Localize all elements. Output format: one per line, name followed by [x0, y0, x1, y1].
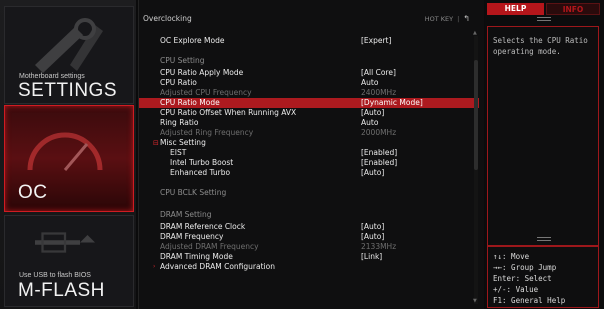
- setting-value[interactable]: [Expert]: [361, 36, 391, 46]
- setting-row[interactable]: EIST [Enabled]: [139, 148, 479, 158]
- usb-flash-icon: [35, 232, 95, 253]
- key-legend-item: ↑↓: Move: [493, 252, 530, 261]
- help-tabs: HELP INFO: [487, 3, 600, 15]
- key-legend-item: F1: General Help: [493, 296, 566, 305]
- help-description: Selects the CPU Ratio operating mode.: [493, 36, 588, 56]
- setting-row[interactable]: ⊟ Misc Setting: [139, 138, 479, 148]
- setting-label: DRAM Reference Clock: [160, 222, 246, 231]
- left-nav: Motherboard settings SETTINGS OC Use USB…: [0, 0, 136, 309]
- setting-row[interactable]: DRAM Reference Clock [Auto]: [139, 222, 479, 232]
- drag-handle-icon[interactable]: [537, 17, 551, 21]
- setting-row[interactable]: Intel Turbo Boost [Enabled]: [139, 158, 479, 168]
- setting-label: CPU Ratio Offset When Running AVX: [160, 108, 297, 117]
- setting-value[interactable]: [Auto]: [361, 222, 384, 232]
- setting-label: Adjusted DRAM Frequency: [160, 242, 259, 251]
- setting-value[interactable]: Auto: [361, 78, 378, 88]
- setting-value[interactable]: [Dynamic Mode]: [361, 98, 423, 108]
- setting-row[interactable]: CPU Ratio Mode [Dynamic Mode]: [139, 98, 479, 108]
- setting-row[interactable]: › Advanced DRAM Configuration: [139, 262, 479, 272]
- setting-label: Enhanced Turbo: [170, 168, 231, 177]
- scrollbar-thumb[interactable]: [474, 60, 478, 170]
- setting-label: DRAM Timing Mode: [160, 252, 233, 261]
- setting-label: EIST: [170, 148, 187, 157]
- oc-tile[interactable]: OC: [4, 105, 134, 212]
- section-header: CPU Setting: [139, 56, 479, 68]
- setting-label: OC Explore Mode: [160, 36, 225, 45]
- row-spacer: [139, 178, 479, 188]
- hotkey-bar: HOT KEY | ↰: [425, 14, 470, 23]
- setting-value: 2000MHz: [361, 128, 397, 137]
- setting-row[interactable]: Adjusted CPU Frequency 2400MHz: [139, 88, 479, 98]
- drag-handle-icon[interactable]: [537, 237, 551, 241]
- settings-title: SETTINGS: [18, 80, 118, 101]
- submenu-arrow-icon[interactable]: ›: [153, 262, 155, 272]
- settings-panel: Overclocking HOT KEY | ↰ OC Explore Mode [E…: [138, 0, 484, 309]
- setting-row[interactable]: Adjusted DRAM Frequency 2133MHz: [139, 242, 479, 252]
- help-panel: HELP INFO Selects the CPU Ratio operatin…: [485, 0, 604, 309]
- setting-value[interactable]: [Enabled]: [361, 148, 397, 158]
- setting-row[interactable]: Enhanced Turbo [Auto]: [139, 168, 479, 178]
- setting-label: CPU Setting: [160, 56, 205, 65]
- panel-header: Overclocking HOT KEY | ↰: [139, 0, 484, 30]
- key-legend-item: +/-: Value: [493, 285, 539, 294]
- back-icon[interactable]: ↰: [463, 14, 470, 23]
- setting-row[interactable]: OC Explore Mode [Expert]: [139, 36, 479, 46]
- setting-value[interactable]: [Auto]: [361, 232, 384, 242]
- setting-row[interactable]: CPU Ratio Auto: [139, 78, 479, 88]
- collapse-icon[interactable]: ⊟: [153, 138, 159, 148]
- row-spacer: [139, 46, 479, 56]
- setting-label: Ring Ratio: [160, 118, 199, 127]
- setting-label: Intel Turbo Boost: [170, 158, 234, 167]
- setting-label: CPU BCLK Setting: [160, 188, 227, 197]
- setting-value: 2133MHz: [361, 242, 397, 251]
- tab-help[interactable]: HELP: [487, 3, 544, 15]
- setting-row[interactable]: Adjusted Ring Frequency 2000MHz: [139, 128, 479, 138]
- setting-row[interactable]: DRAM Timing Mode [Link]: [139, 252, 479, 262]
- setting-label: CPU Ratio Mode: [160, 98, 220, 107]
- scroll-down-icon[interactable]: ▼: [473, 298, 477, 304]
- setting-row[interactable]: Ring Ratio Auto: [139, 118, 479, 128]
- mflash-subtitle: Use USB to flash BIOS: [19, 272, 91, 279]
- tools-icon: [35, 18, 103, 73]
- hotkey-separator: |: [457, 15, 460, 23]
- settings-subtitle: Motherboard settings: [19, 73, 85, 80]
- speedometer-icon: [27, 132, 103, 171]
- setting-label: Advanced DRAM Configuration: [160, 262, 275, 271]
- section-header: DRAM Setting: [139, 210, 479, 222]
- row-spacer: [139, 200, 479, 210]
- setting-label: DRAM Frequency: [160, 232, 224, 241]
- setting-value[interactable]: [All Core]: [361, 68, 396, 78]
- key-legend: ↑↓: Move →←: Group Jump Enter: Select +/-: …: [487, 246, 599, 308]
- setting-value[interactable]: [Enabled]: [361, 158, 397, 168]
- setting-label: CPU Ratio Apply Mode: [160, 68, 244, 77]
- key-legend-list: ↑↓: Move →←: Group Jump Enter: Select +/-: …: [493, 251, 597, 306]
- section-header: CPU BCLK Setting: [139, 188, 479, 200]
- setting-label: CPU Ratio: [160, 78, 197, 87]
- help-text-box: Selects the CPU Ratio operating mode.: [487, 26, 599, 246]
- setting-label: DRAM Setting: [160, 210, 212, 219]
- setting-row[interactable]: CPU Ratio Offset When Running AVX [Auto]: [139, 108, 479, 118]
- setting-value[interactable]: Auto: [361, 118, 378, 128]
- setting-label: Misc Setting: [160, 138, 206, 147]
- key-legend-item: Enter: Select: [493, 274, 552, 283]
- tab-info[interactable]: INFO: [546, 3, 600, 15]
- settings-tile[interactable]: Motherboard settings SETTINGS: [4, 6, 134, 104]
- setting-value: 2400MHz: [361, 88, 397, 97]
- setting-value[interactable]: [Link]: [361, 252, 382, 262]
- setting-value[interactable]: [Auto]: [361, 108, 384, 118]
- setting-value[interactable]: [Auto]: [361, 168, 384, 178]
- setting-label: Adjusted CPU Frequency: [160, 88, 252, 97]
- setting-row[interactable]: CPU Ratio Apply Mode [All Core]: [139, 68, 479, 78]
- settings-list: OC Explore Mode [Expert] CPU Setting CPU Ra…: [139, 36, 479, 272]
- hotkey-label[interactable]: HOT KEY: [425, 15, 453, 23]
- setting-row[interactable]: DRAM Frequency [Auto]: [139, 232, 479, 242]
- setting-label: Adjusted Ring Frequency: [160, 128, 254, 137]
- page-title: Overclocking: [143, 14, 192, 23]
- mflash-title: M-FLASH: [18, 280, 105, 301]
- key-legend-item: →←: Group Jump: [493, 263, 557, 272]
- mflash-tile[interactable]: Use USB to flash BIOS M-FLASH: [4, 215, 134, 307]
- oc-title: OC: [18, 182, 48, 203]
